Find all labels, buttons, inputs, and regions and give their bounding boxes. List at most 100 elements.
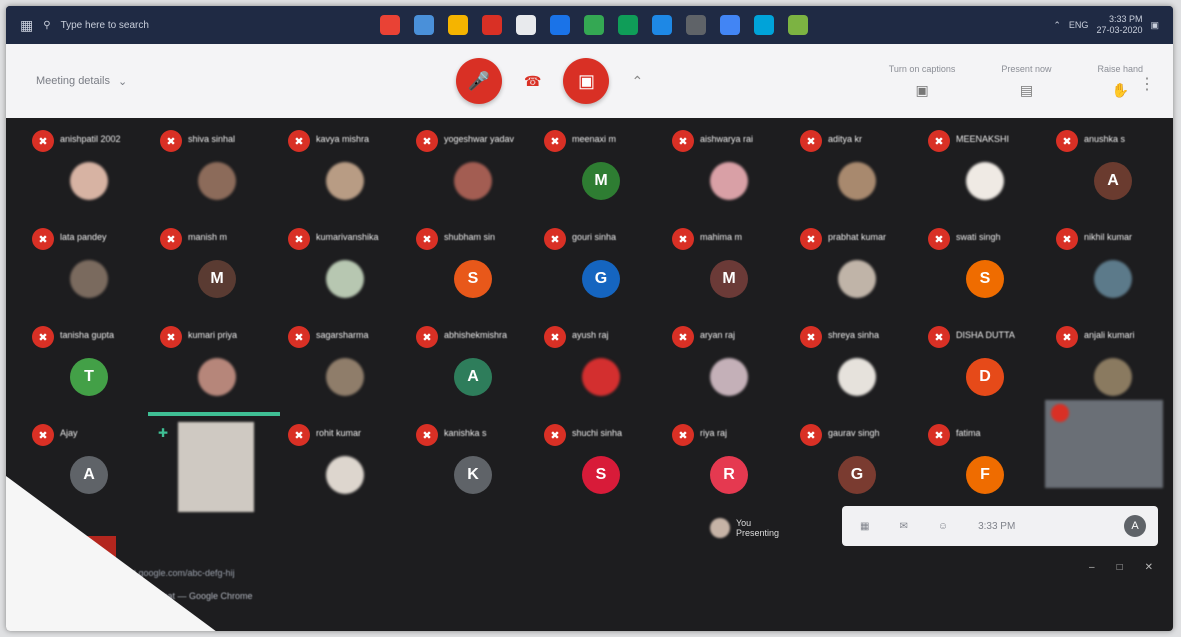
chevron-up-icon[interactable]: ⌃	[1053, 20, 1061, 31]
mic-off-icon: ✖	[800, 228, 822, 250]
avatar	[70, 162, 108, 200]
participant-name: prabhat kumar	[828, 232, 887, 242]
panel-time: 3:33 PM	[978, 520, 1016, 532]
participant-tile[interactable]: ✖ yogeshwar yadav	[404, 126, 532, 218]
mic-off-icon: ✖	[1056, 130, 1078, 152]
taskbar-app-icon[interactable]	[550, 15, 570, 35]
participant-grid: ✖ anishpatil 2002 ✖ shiva sinhal ✖ kavya mish…	[20, 126, 1165, 516]
participant-name: sagarsharma	[316, 330, 369, 340]
taskbar-app-icon[interactable]	[618, 15, 638, 35]
participant-tile[interactable]: ✖ ayush raj	[532, 322, 660, 414]
participant-tile[interactable]: ✖ mahima m M	[660, 224, 788, 316]
taskbar-app-icon[interactable]	[516, 15, 536, 35]
participant-tile[interactable]: ✖ fatima F	[916, 420, 1044, 512]
avatar: M	[198, 260, 236, 298]
participant-tile[interactable]: ✖ gaurav singh G	[788, 420, 916, 512]
avatar	[198, 162, 236, 200]
avatar: R	[710, 456, 748, 494]
taskbar-app-icon[interactable]	[414, 15, 434, 35]
turn-on-captions-button[interactable]: Turn on captions ▣	[889, 64, 956, 99]
participant-tile[interactable]: ✖ anishpatil 2002	[20, 126, 148, 218]
participant-tile[interactable]: ✖ DISHA DUTTA D	[916, 322, 1044, 414]
windows-start-icon[interactable]: ▦	[20, 17, 33, 34]
participant-name: DISHA DUTTA	[956, 330, 1015, 340]
raise-hand-button[interactable]: Raise hand ✋	[1097, 64, 1143, 99]
header-actions: Turn on captions ▣ Present now ▤ Raise h…	[889, 64, 1143, 99]
self-status: Presenting	[736, 528, 780, 538]
lang-indicator[interactable]: ENG	[1069, 20, 1089, 30]
avatar	[198, 358, 236, 396]
taskbar-app-icon[interactable]	[754, 15, 774, 35]
participant-tile[interactable]: ✖ lata pandey	[20, 224, 148, 316]
participant-tile[interactable]: ✖ gouri sinha G	[532, 224, 660, 316]
participant-tile[interactable]: ✖ aditya kr	[788, 126, 916, 218]
participant-name: gouri sinha	[572, 232, 617, 242]
present-now-button[interactable]: Present now ▤	[1001, 64, 1051, 99]
taskbar-app-icon[interactable]	[380, 15, 400, 35]
participant-tile[interactable]: ✖ riya raj R	[660, 420, 788, 512]
participant-tile[interactable]: ✖ kumarivanshika	[276, 224, 404, 316]
grid-view-icon[interactable]: ▦	[860, 521, 869, 532]
participant-tile[interactable]: ✖ nikhil kumar	[1044, 224, 1172, 316]
participant-tile[interactable]: ✖ shubham sin S	[404, 224, 532, 316]
participant-tile[interactable]: ✖ shiva sinhal	[148, 126, 276, 218]
participant-tile[interactable]: ✖ manish m M	[148, 224, 276, 316]
taskbar-app-icon[interactable]	[686, 15, 706, 35]
present-label: Present now	[1001, 63, 1052, 74]
pin-icon[interactable]: ✚	[158, 426, 168, 440]
hand-icon: ✋	[1111, 81, 1129, 98]
meeting-details-button[interactable]: Meeting details ⌄	[36, 75, 456, 88]
clock[interactable]: 3:33 PM 27-03-2020	[1096, 14, 1142, 36]
avatar: S	[454, 260, 492, 298]
call-info-panel: ▦ ✉ ☺ 3:33 PM A	[842, 506, 1158, 546]
mic-off-icon: ✖	[160, 130, 182, 152]
restore-icon[interactable]: □	[1117, 562, 1123, 573]
minimize-icon[interactable]: –	[1089, 562, 1095, 573]
participant-tile[interactable]: ✖ prabhat kumar	[788, 224, 916, 316]
participant-tile[interactable]: ✖ abhishekmishra A	[404, 322, 532, 414]
call-controls: 🎤 ☎ ▣ ⌃	[456, 58, 643, 104]
participant-tile[interactable]: ✖ sagarsharma	[276, 322, 404, 414]
hang-up-icon[interactable]: ☎	[524, 73, 541, 90]
taskbar-app-icon[interactable]	[482, 15, 502, 35]
participant-tile[interactable]: ✖ aishwarya rai	[660, 126, 788, 218]
participant-tile[interactable]: ✖ anushka s A	[1044, 126, 1172, 218]
participant-tile[interactable]: ✖ kumari priya	[148, 322, 276, 414]
participant-tile[interactable]: ✖ shreya sinha	[788, 322, 916, 414]
taskbar-app-icon[interactable]	[652, 15, 672, 35]
participant-name: gaurav singh	[828, 428, 880, 438]
participant-tile[interactable]: ✖ kavya mishra	[276, 126, 404, 218]
taskbar-app-icon[interactable]	[448, 15, 468, 35]
mic-off-icon: ✖	[544, 130, 566, 152]
participant-name: yogeshwar yadav	[444, 134, 515, 144]
avatar	[1094, 358, 1132, 396]
avatar	[710, 518, 730, 538]
participant-tile[interactable]: ✖ kanishka s K	[404, 420, 532, 512]
participant-tile[interactable]: ✖ aryan raj	[660, 322, 788, 414]
chevron-up-icon[interactable]: ⌃	[631, 73, 643, 90]
more-options-icon[interactable]: ⋮	[1139, 74, 1155, 94]
participant-tile[interactable]: ✖ swati singh S	[916, 224, 1044, 316]
taskbar-app-icon[interactable]	[788, 15, 808, 35]
mic-off-button[interactable]: 🎤	[456, 58, 502, 104]
participant-tile[interactable]: ✖ meenaxi m M	[532, 126, 660, 218]
camera-off-button[interactable]: ▣	[563, 58, 610, 104]
notification-icon[interactable]: ▣	[1150, 20, 1159, 31]
participant-tile[interactable]: ✖ MEENAKSHI	[916, 126, 1044, 218]
participant-tile[interactable]: ✖ tanisha gupta T	[20, 322, 148, 414]
mic-off-icon: ✖	[32, 130, 54, 152]
taskbar-app-icon[interactable]	[720, 15, 740, 35]
avatar	[838, 260, 876, 298]
close-icon[interactable]: ✕	[1145, 562, 1153, 573]
taskbar-search[interactable]: ▦ ⚲ Type here to search	[6, 17, 380, 34]
participant-tile[interactable]: ✖ shuchi sinha S	[532, 420, 660, 512]
avatar[interactable]: A	[1124, 515, 1146, 537]
chat-icon[interactable]: ✉	[899, 521, 907, 532]
mic-off-icon: ✖	[416, 326, 438, 348]
avatar: M	[710, 260, 748, 298]
taskbar-app-icon[interactable]	[584, 15, 604, 35]
participant-tile[interactable]: ✖ rohit kumar	[276, 420, 404, 512]
participant-video-tile[interactable]	[1045, 400, 1163, 488]
people-icon[interactable]: ☺	[938, 521, 948, 532]
participant-name: kavya mishra	[316, 134, 370, 144]
